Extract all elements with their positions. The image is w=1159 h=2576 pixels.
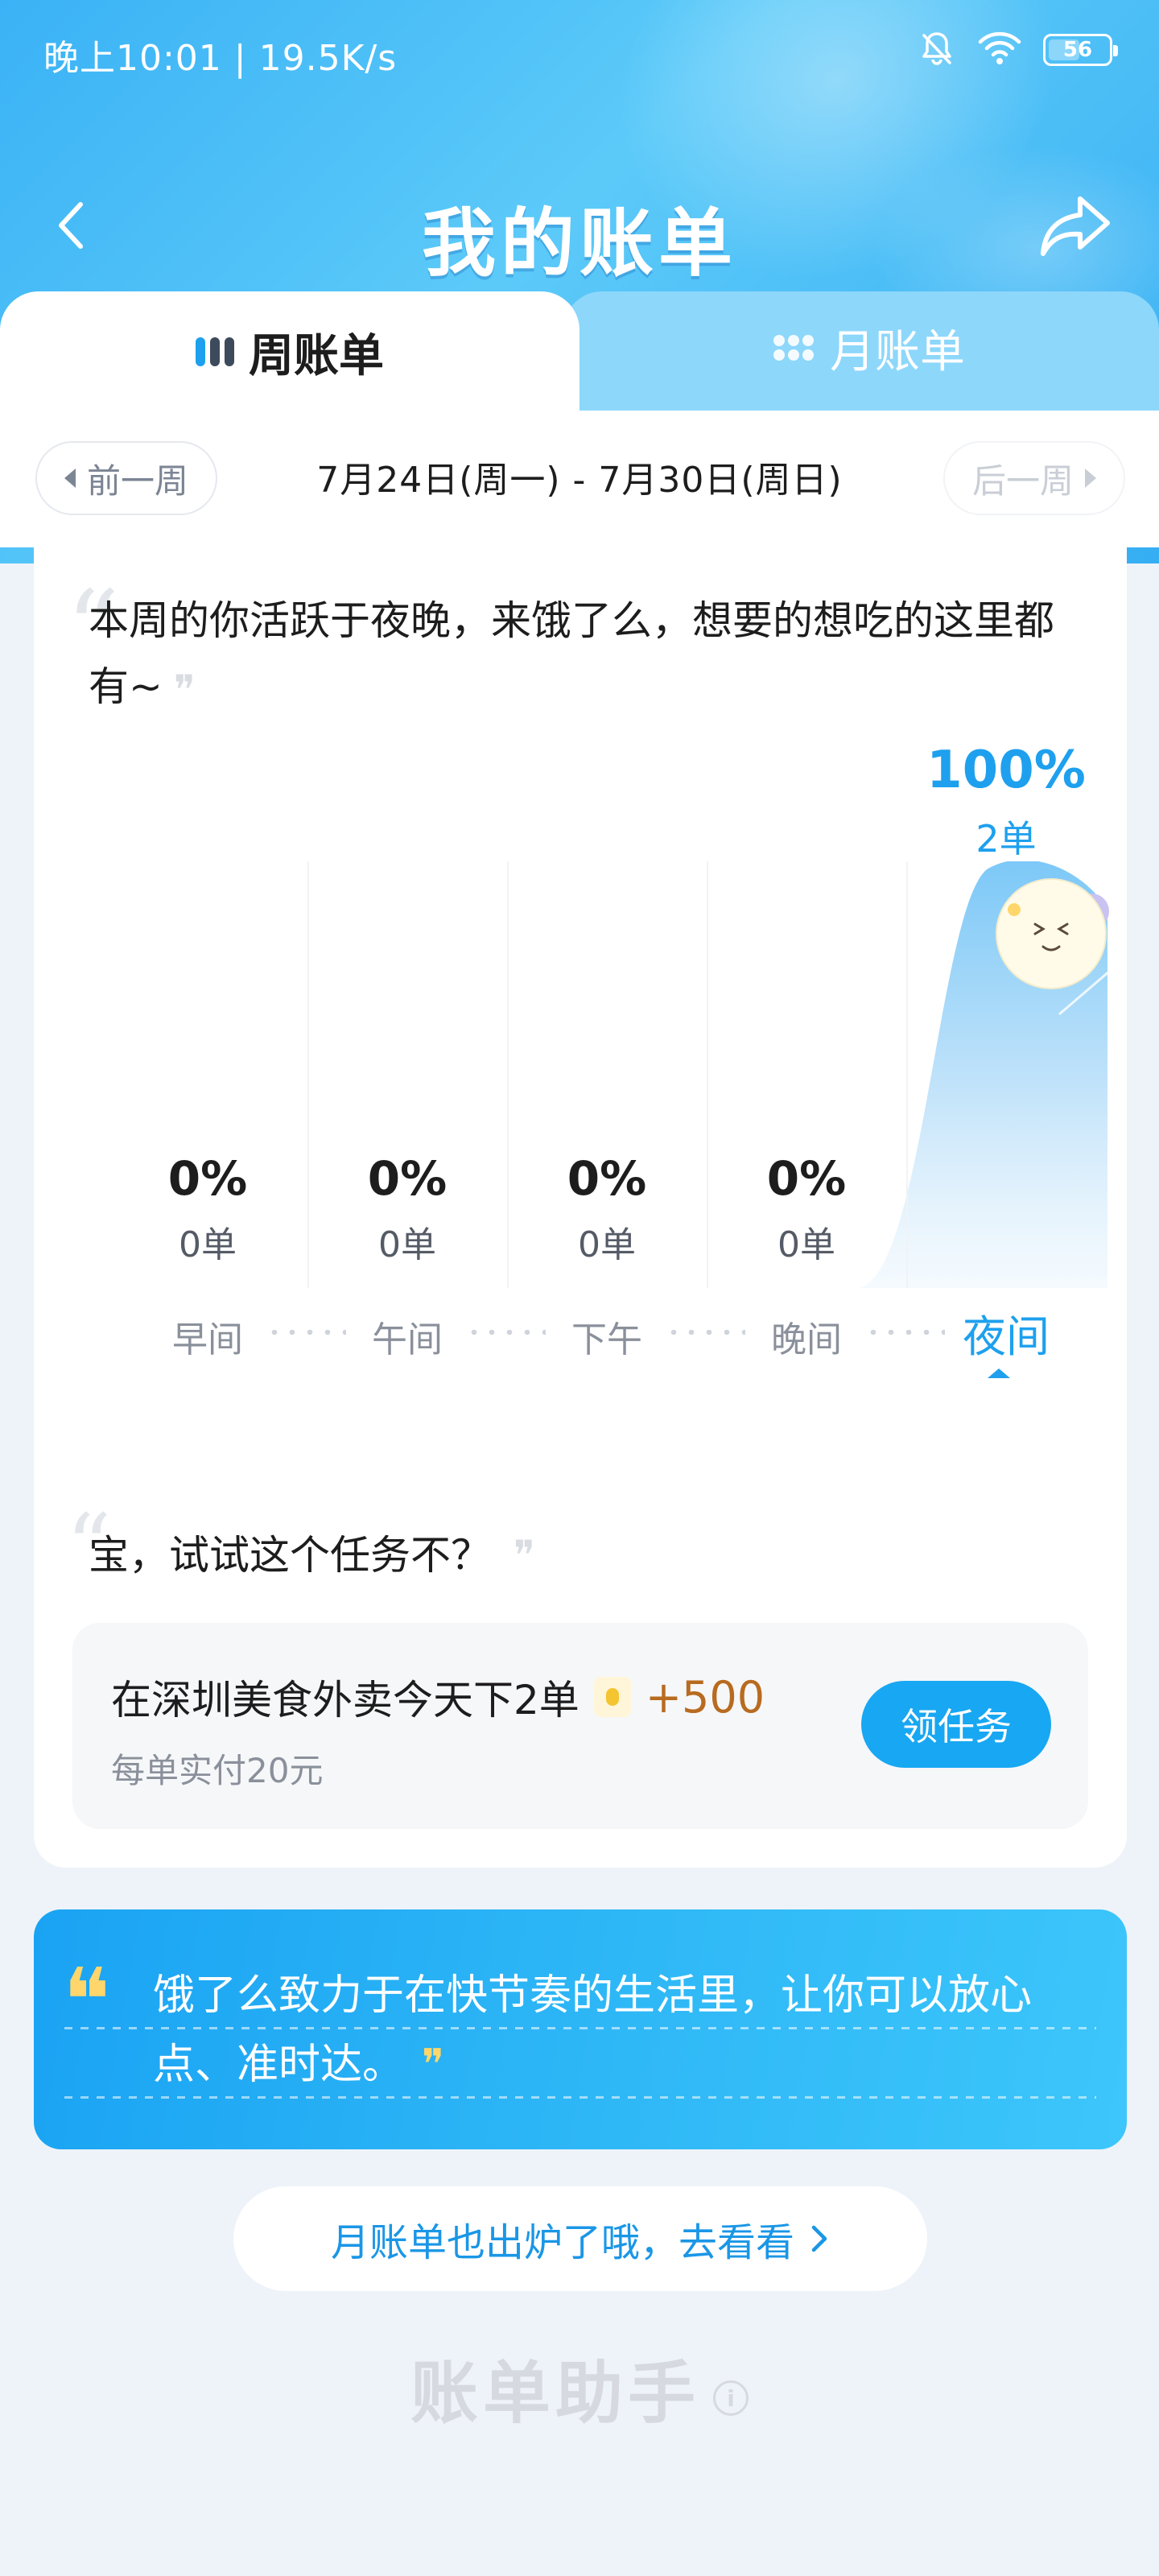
bill-tabs: 周账单 月账单	[0, 291, 1159, 412]
task-subtitle: 每单实付20元	[111, 1751, 324, 1790]
task-prompt: 宝，试试这个任务不？ ❞	[89, 1523, 535, 1581]
next-week-button[interactable]: 后一周	[943, 441, 1125, 515]
status-time: 晚上10:01 | 19.5K/s	[43, 38, 398, 79]
info-icon[interactable]: i	[713, 2380, 749, 2417]
chart-axis-label[interactable]: 晚间	[707, 1311, 906, 1362]
chart-column-divider	[307, 861, 309, 1288]
battery-icon: 56	[1043, 34, 1118, 66]
slogan-divider	[64, 2027, 1096, 2029]
chart-count-label: 0单	[777, 1224, 835, 1265]
chart-column: 0% 0单	[108, 741, 307, 1288]
caret-right-icon	[1085, 469, 1096, 488]
slogan-line-2: 点、准时达。	[153, 2041, 405, 2089]
tab-weekly[interactable]: 周账单	[0, 291, 580, 412]
chart-percent-label: 100%	[926, 741, 1086, 800]
prev-week-button[interactable]: 前一周	[35, 441, 217, 515]
chart-axis-label[interactable]: 夜间	[906, 1301, 1106, 1364]
brand-name: 账单助手	[410, 2354, 700, 2433]
task-reward: +500	[645, 1671, 765, 1723]
slogan-quote-close-icon: ❞	[422, 2041, 444, 2089]
slogan-line-2-row: 点、准时达。 ❞	[153, 2030, 444, 2091]
chart-axis-label[interactable]: 午间	[307, 1311, 507, 1362]
intro-sentence: 本周的你活跃于夜晚，来饿了么，想要的想吃的这里都有~	[89, 597, 1054, 710]
status-icons: 56	[918, 29, 1118, 71]
monthly-bill-link[interactable]: 月账单也出炉了哦，去看看	[233, 2186, 927, 2291]
chart-column: 0% 0单	[707, 741, 906, 1288]
tab-monthly-label: 月账单	[830, 325, 965, 378]
weekly-summary-card: “ 本周的你活跃于夜晚，来饿了么，想要的想吃的这里都有~ ❞ 0% 0单 0% 0单 0%…	[34, 547, 1127, 1868]
tab-monthly[interactable]: 月账单	[580, 291, 1159, 404]
coin-icon	[593, 1677, 631, 1717]
status-bar: 晚上10:01 | 19.5K/s 56	[0, 0, 1159, 105]
date-range: 7月24日(周一) - 7月30日(周日)	[316, 460, 843, 501]
page-title: 我的账单	[421, 200, 737, 287]
next-week-label: 后一周	[971, 460, 1074, 501]
chart-axis-label[interactable]: 早间	[108, 1311, 307, 1362]
slogan-divider	[64, 2096, 1096, 2099]
task-title: 在深圳美食外卖今天下2单	[111, 1677, 580, 1724]
bell-muted-icon	[918, 29, 956, 71]
chart-percent-label: 0%	[367, 1151, 448, 1206]
task-card: 在深圳美食外卖今天下2单 +500 每单实付20元 领任务	[72, 1623, 1088, 1829]
chart-count-label: 0单	[179, 1224, 237, 1265]
task-title-row: 在深圳美食外卖今天下2单 +500	[111, 1668, 765, 1726]
time-distribution-chart: 0% 0单 0% 0单 0% 0单 0% 0单 100% 2单	[34, 741, 1127, 1288]
task-prompt-text: 宝，试试这个任务不？	[89, 1532, 491, 1579]
chart-percent-label: 0%	[567, 1151, 647, 1206]
chart-axis-label[interactable]: 下午	[507, 1311, 707, 1362]
title-bar: 我的账单	[0, 177, 1159, 287]
chart-percent-label: 0%	[167, 1151, 248, 1206]
chart-column-divider	[906, 861, 908, 1288]
slogan-banner: ❝ 饿了么致力于在快节奏的生活里，让你可以放心 点、准时达。 ❞	[34, 1909, 1127, 2149]
chart-column: 0% 0单	[307, 741, 507, 1288]
weekly-bars-icon	[196, 337, 234, 366]
chart-count-label: 0单	[378, 1224, 436, 1265]
chevron-right-icon	[811, 2225, 827, 2252]
chart-percent-label: 0%	[766, 1151, 847, 1206]
monthly-dots-icon	[773, 335, 814, 361]
slogan-quote-open-icon: ❝	[63, 1949, 110, 2052]
monthly-bill-link-label: 月账单也出炉了哦，去看看	[330, 2220, 794, 2265]
quote-close-icon: ❞	[173, 666, 196, 713]
selected-period-caret	[988, 1368, 1010, 1378]
slogan-line-1: 饿了么致力于在快节奏的生活里，让你可以放心	[153, 1971, 1033, 2020]
chart-column: 100% 2单	[906, 741, 1106, 1288]
tab-weekly-label: 周账单	[249, 329, 384, 382]
chart-count-label: 0单	[578, 1224, 636, 1265]
share-arrow-icon	[1041, 196, 1110, 256]
caret-left-icon	[64, 469, 76, 488]
battery-level: 56	[1062, 38, 1093, 62]
wifi-icon	[977, 31, 1022, 69]
footer-brand: 账单助手 i	[0, 2339, 1159, 2437]
time-axis: 早间 午间 下午 晚间 夜间	[34, 1288, 1127, 1401]
share-button[interactable]	[1035, 190, 1116, 262]
chart-count-label: 2单	[975, 817, 1037, 861]
chart-column-divider	[507, 861, 509, 1288]
chart-column-divider	[707, 861, 708, 1288]
claim-task-button[interactable]: 领任务	[861, 1681, 1051, 1768]
week-navigation: 前一周 7月24日(周一) - 7月30日(周日) 后一周	[0, 411, 1159, 547]
chart-column: 0% 0单	[507, 741, 707, 1288]
intro-text: 本周的你活跃于夜晚，来饿了么，想要的想吃的这里都有~ ❞	[89, 588, 1087, 723]
task-quote-close-icon: ❞	[514, 1532, 535, 1579]
prev-week-label: 前一周	[86, 460, 188, 501]
